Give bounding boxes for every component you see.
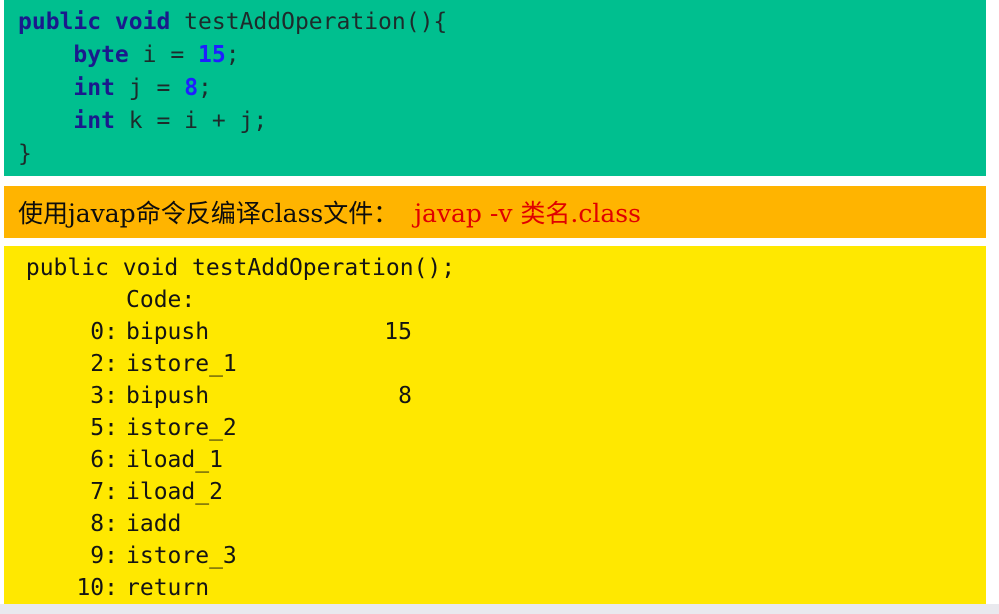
bytecode-mnemonic: iload_1 (126, 447, 223, 473)
source-indent (18, 42, 73, 68)
source-var-k-expression: k = i + j; (114, 108, 268, 134)
bytecode-pc-offset: 3: (90, 383, 118, 409)
bytecode-mnemonic: iload_2 (126, 479, 223, 505)
source-semicolon-2: ; (198, 75, 212, 101)
bytecode-pc-offset: 9: (90, 543, 118, 569)
javap-instruction-label: 使用javap命令反编译class文件： (18, 199, 399, 228)
bytecode-output-block: public void testAddOperation(); Code: 0:… (4, 246, 986, 604)
bytecode-instruction-row: 7: iload_2 (4, 476, 986, 508)
bytecode-mnemonic: istore_3 (126, 543, 237, 569)
bytecode-instruction-row: 6: iload_1 (4, 444, 986, 476)
bytecode-operand: 15 (384, 319, 412, 345)
bytecode-mnemonic: istore_1 (126, 351, 237, 377)
bytecode-mnemonic: iadd (126, 511, 182, 537)
bytecode-instruction-row: 2: istore_1 (4, 348, 986, 380)
source-line-method-signature: public void testAddOperation(){ (4, 6, 986, 39)
bytecode-mnemonic: return (126, 575, 210, 601)
bytecode-code-label: Code: (126, 287, 196, 313)
bytecode-instruction-row: 9: istore_3 (4, 540, 986, 572)
bytecode-pc-offset: 0: (90, 319, 118, 345)
bytecode-instruction-row: 3: bipush 8 (4, 380, 986, 412)
source-semicolon-1: ; (225, 42, 240, 68)
source-var-i-assign: i = (128, 42, 199, 68)
source-literal-8: 8 (184, 75, 199, 101)
bytecode-pc-offset: 5: (90, 415, 118, 441)
source-indent (18, 108, 73, 134)
source-line-closing-brace: } (18, 141, 32, 167)
javap-command-text: javap -v 类名.class (414, 199, 641, 228)
bytecode-instruction-row: 0: bipush 15 (4, 316, 986, 348)
source-method-name: testAddOperation(){ (170, 9, 448, 35)
bottom-margin-strip (0, 604, 999, 614)
source-keyword-int-2: int (73, 108, 115, 134)
bytecode-code-label-row: Code: (4, 284, 986, 316)
bytecode-mnemonic: bipush (126, 319, 210, 345)
bytecode-instruction-row: 10: return (4, 572, 986, 604)
source-line-byte-declaration: byte i = 15; (4, 39, 986, 72)
source-line-int-k-declaration: int k = i + j; (4, 105, 986, 138)
java-source-code-block: public void testAddOperation(){ byte i =… (4, 0, 986, 176)
bytecode-pc-offset: 8: (90, 511, 118, 537)
bytecode-mnemonic: istore_2 (126, 415, 237, 441)
bytecode-instruction-row: 5: istore_2 (4, 412, 986, 444)
bytecode-pc-offset: 2: (90, 351, 118, 377)
source-line-int-j-declaration: int j = 8; (4, 72, 986, 105)
slide-page: public void testAddOperation(){ byte i =… (0, 0, 999, 614)
source-literal-15: 15 (198, 42, 226, 68)
bytecode-instruction-row: 8: iadd (4, 508, 986, 540)
source-var-j-assign: j = (114, 75, 185, 101)
bytecode-pc-offset: 10: (76, 575, 118, 601)
bytecode-mnemonic: bipush (126, 383, 210, 409)
source-keyword-public-void: public void (18, 9, 171, 35)
source-keyword-byte: byte (73, 42, 129, 68)
bytecode-operand: 8 (398, 383, 412, 409)
source-keyword-int-1: int (73, 75, 115, 101)
bytecode-method-signature: public void testAddOperation(); (12, 255, 456, 281)
bytecode-code-label-spacer (12, 284, 118, 316)
javap-instruction-banner: 使用javap命令反编译class文件： javap -v 类名.class (4, 186, 986, 238)
bytecode-pc-offset: 7: (90, 479, 118, 505)
source-indent (18, 75, 73, 101)
bytecode-pc-offset: 6: (90, 447, 118, 473)
